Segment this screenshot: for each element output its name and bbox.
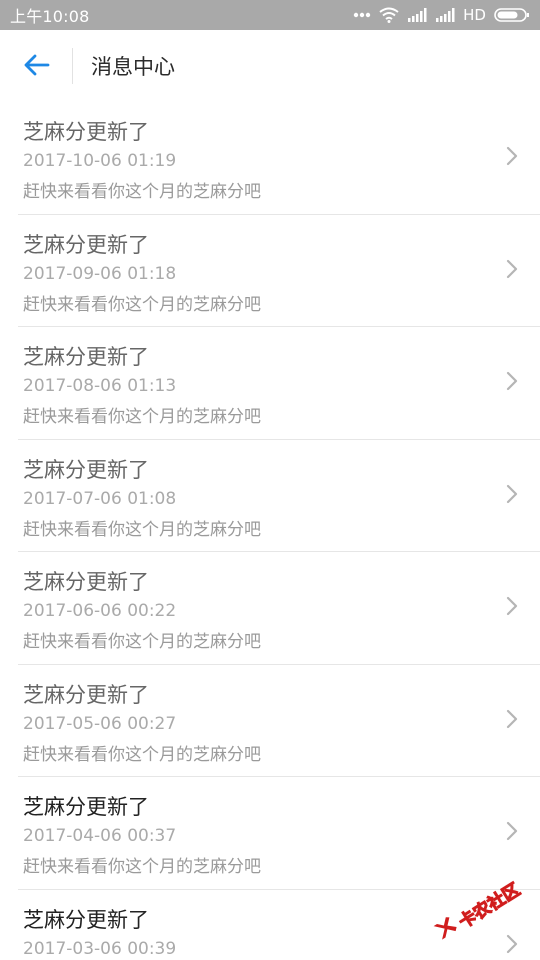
message-description: 赶快来看看你这个月的芝麻分吧: [23, 519, 261, 540]
message-time: 2017-08-06 01:13: [23, 376, 177, 396]
message-time: 2017-04-06 00:37: [23, 826, 177, 846]
message-description: 赶快来看看你这个月的芝麻分吧: [23, 407, 261, 427]
status-time: 上午10:08: [10, 7, 90, 26]
network-label: HD: [463, 6, 486, 24]
chevron-right-icon: [506, 596, 518, 620]
message-title: 芝麻分更新了: [23, 907, 149, 932]
message-description: 赶快来看看你这个月的芝麻分吧: [23, 857, 261, 877]
message-description: 赶快来看看你这个月的芝麻分吧: [23, 182, 261, 202]
message-item[interactable]: 芝麻分更新了 2017-03-06 00:39: [0, 890, 540, 960]
more-dots-icon: [353, 12, 371, 18]
wifi-icon: [379, 7, 399, 23]
signal-icon: [435, 8, 455, 22]
arrow-left-icon: [22, 53, 50, 81]
page-title: 消息中心: [91, 55, 175, 79]
header: 消息中心: [0, 30, 540, 102]
message-title: 芝麻分更新了: [23, 232, 149, 257]
chevron-right-icon: [506, 934, 518, 958]
chevron-right-icon: [506, 371, 518, 395]
chevron-right-icon: [506, 259, 518, 283]
message-description: 赶快来看看你这个月的芝麻分吧: [23, 632, 261, 652]
message-title: 芝麻分更新了: [23, 795, 149, 819]
chevron-right-icon: [506, 821, 518, 845]
message-title: 芝麻分更新了: [23, 457, 149, 482]
message-item[interactable]: 芝麻分更新了 2017-05-06 00:27 赶快来看看你这个月的芝麻分吧: [0, 665, 540, 777]
message-title: 芝麻分更新了: [23, 345, 149, 369]
message-list: 芝麻分更新了 2017-10-06 01:19 赶快来看看你这个月的芝麻分吧 芝麻分更…: [0, 102, 540, 960]
message-time: 2017-05-06 00:27: [23, 713, 177, 734]
header-divider: [72, 48, 73, 84]
message-description: 赶快来看看你这个月的芝麻分吧: [23, 744, 261, 765]
chevron-right-icon: [506, 709, 518, 733]
message-time: 2017-03-06 00:39: [23, 938, 177, 959]
back-button[interactable]: [14, 48, 58, 86]
status-bar: 上午10:08 HD: [0, 0, 540, 30]
screen: 上午10:08 HD 消息中心 芝麻分更新了 2017-10-06 01:19 …: [0, 0, 540, 960]
status-icons: HD: [353, 6, 530, 24]
message-item[interactable]: 芝麻分更新了 2017-09-06 01:18 赶快来看看你这个月的芝麻分吧: [0, 215, 540, 327]
battery-icon: [494, 7, 530, 23]
message-item[interactable]: 芝麻分更新了 2017-07-06 01:08 赶快来看看你这个月的芝麻分吧: [0, 440, 540, 552]
chevron-right-icon: [506, 146, 518, 170]
message-item[interactable]: 芝麻分更新了 2017-06-06 00:22 赶快来看看你这个月的芝麻分吧: [0, 552, 540, 665]
message-time: 2017-10-06 01:19: [23, 151, 177, 171]
signal-icon: [407, 8, 427, 22]
message-title: 芝麻分更新了: [23, 570, 149, 594]
chevron-right-icon: [506, 484, 518, 508]
message-title: 芝麻分更新了: [23, 120, 149, 144]
message-time: 2017-09-06 01:18: [23, 263, 177, 284]
message-title: 芝麻分更新了: [23, 682, 149, 707]
message-time: 2017-07-06 01:08: [23, 488, 177, 509]
message-item[interactable]: 芝麻分更新了 2017-04-06 00:37 赶快来看看你这个月的芝麻分吧: [0, 777, 540, 890]
message-description: 赶快来看看你这个月的芝麻分吧: [23, 294, 261, 315]
message-item[interactable]: 芝麻分更新了 2017-10-06 01:19 赶快来看看你这个月的芝麻分吧: [0, 102, 540, 215]
message-time: 2017-06-06 00:22: [23, 601, 177, 621]
message-item[interactable]: 芝麻分更新了 2017-08-06 01:13 赶快来看看你这个月的芝麻分吧: [0, 327, 540, 440]
